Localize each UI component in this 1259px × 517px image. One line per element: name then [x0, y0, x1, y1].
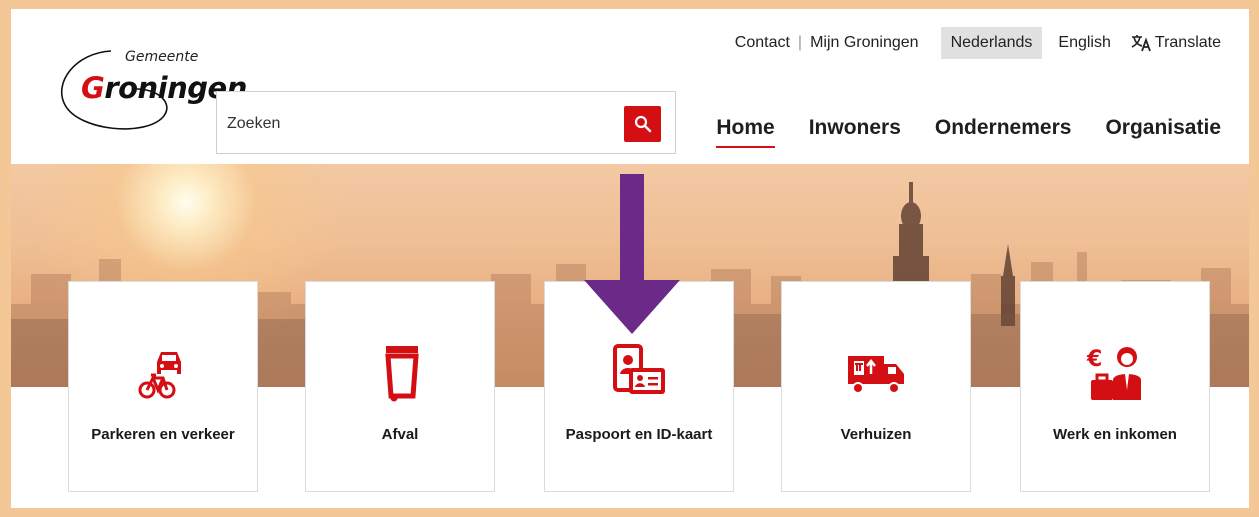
page-frame: Gemeente Groningen Contact | Mijn Gronin…	[11, 9, 1249, 508]
card-label: Parkeren en verkeer	[91, 426, 235, 443]
card-label: Verhuizen	[840, 426, 912, 443]
card-label: Paspoort en ID-kaart	[565, 426, 713, 443]
card-werk-inkomen[interactable]: € Werk en inkomen	[1020, 281, 1210, 492]
purple-down-arrow-icon	[584, 174, 680, 334]
contact-link[interactable]: Contact	[735, 34, 790, 52]
search-icon	[634, 115, 652, 133]
language-english[interactable]: English	[1048, 27, 1120, 59]
nav-inwoners[interactable]: Inwoners	[809, 116, 901, 148]
car-bike-icon	[138, 352, 181, 399]
nav-organisatie[interactable]: Organisatie	[1105, 116, 1221, 148]
moving-truck-icon	[848, 356, 904, 394]
card-verhuizen[interactable]: Verhuizen	[781, 281, 971, 492]
topnav-separator: |	[797, 34, 803, 51]
search-input[interactable]	[227, 112, 607, 136]
logo-initial: G	[81, 71, 105, 105]
municipality-logo[interactable]: Gemeente Groningen	[45, 33, 247, 143]
logo-subtitle: Gemeente	[125, 49, 199, 65]
passport-id-icon	[613, 344, 665, 394]
main-navigation: Home Inwoners Ondernemers Organisatie	[716, 116, 1221, 148]
work-income-icon: €	[1086, 347, 1141, 400]
nav-ondernemers[interactable]: Ondernemers	[935, 116, 1072, 148]
top-navigation: Contact | Mijn Groningen Nederlands Engl…	[735, 27, 1221, 59]
card-afval[interactable]: Afval	[305, 281, 495, 492]
nav-home[interactable]: Home	[716, 116, 776, 148]
translate-icon	[1131, 35, 1151, 52]
search-button[interactable]	[624, 106, 661, 142]
card-parkeren-verkeer[interactable]: Parkeren en verkeer	[68, 281, 258, 492]
translate-button[interactable]: Translate	[1131, 34, 1221, 52]
svg-text:€: €	[1086, 347, 1102, 372]
mijn-groningen-link[interactable]: Mijn Groningen	[810, 34, 919, 52]
language-dutch[interactable]: Nederlands	[940, 27, 1043, 59]
translate-label: Translate	[1154, 34, 1221, 51]
card-label: Afval	[381, 426, 419, 443]
search-box	[216, 91, 676, 154]
card-label: Werk en inkomen	[1053, 426, 1177, 443]
trash-bin-icon	[385, 346, 419, 402]
